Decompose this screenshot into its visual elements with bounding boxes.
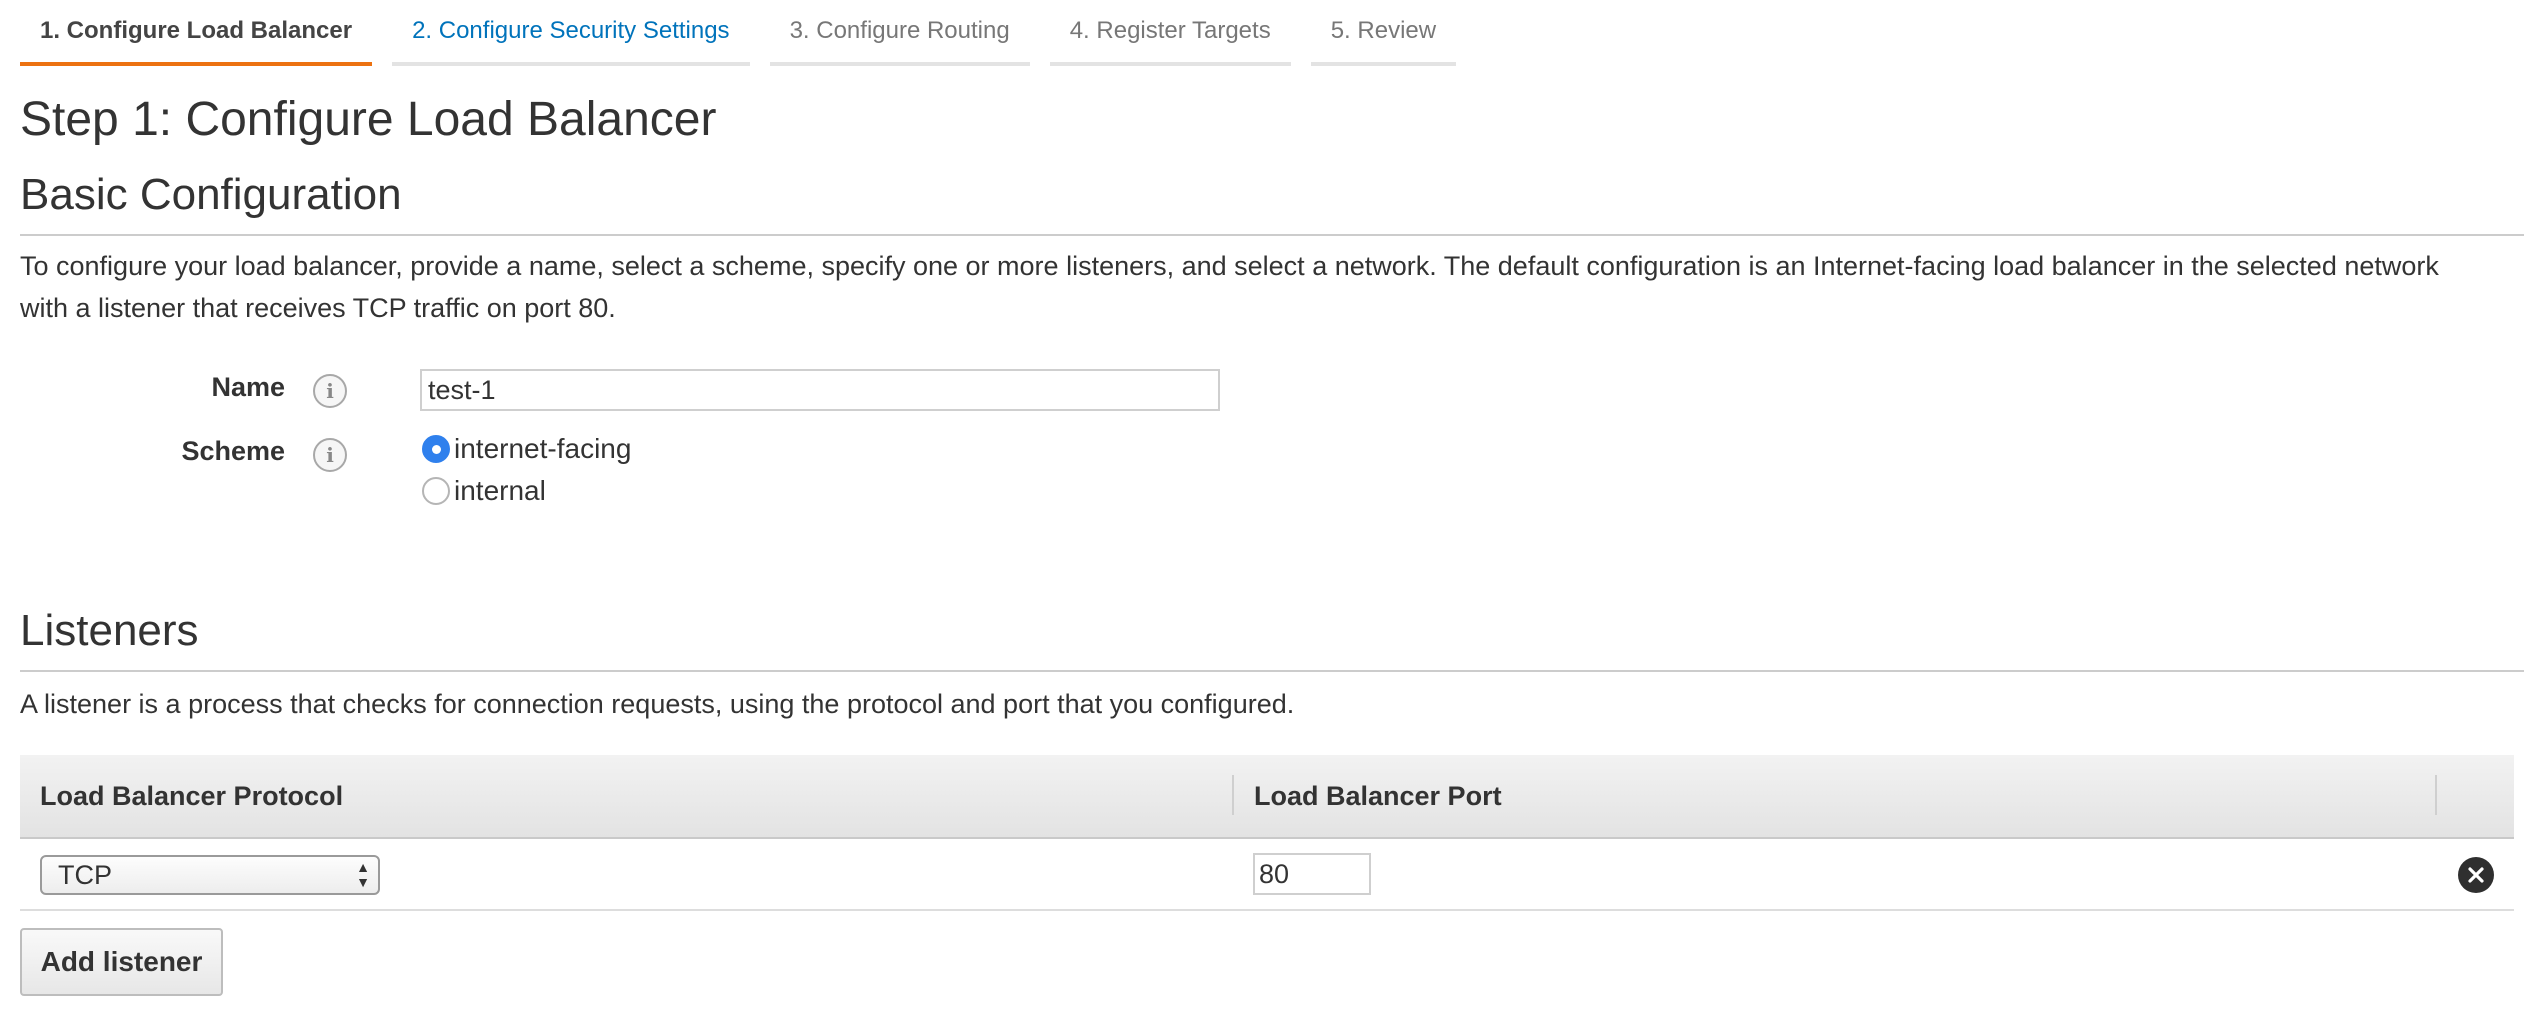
protocol-select-value: TCP (58, 859, 112, 890)
name-input[interactable] (420, 369, 1220, 411)
updown-arrows-icon: ▲ ▼ (356, 859, 370, 890)
tab-configure-load-balancer[interactable]: 1. Configure Load Balancer (20, 0, 373, 66)
table-row: TCP ▲ ▼ (20, 839, 2514, 911)
port-input[interactable] (1253, 853, 1371, 895)
page: 1. Configure Load Balancer 2. Configure … (0, 0, 2524, 1024)
wizard-tabs: 1. Configure Load Balancer 2. Configure … (20, 0, 1457, 70)
radio-label-internet-facing: internet-facing (454, 433, 632, 464)
tab-register-targets[interactable]: 4. Register Targets (1049, 0, 1291, 66)
basic-configuration-heading: Basic Configuration (20, 170, 2524, 236)
radio-internal[interactable] (422, 477, 450, 505)
listeners-heading: Listeners (20, 606, 2524, 672)
listeners-description: A listener is a process that checks for … (20, 689, 1295, 719)
column-divider (2435, 775, 2437, 815)
add-listener-button[interactable]: Add listener (20, 928, 223, 996)
scheme-info-icon[interactable]: i (313, 438, 347, 472)
column-header-port: Load Balancer Port (1254, 780, 1502, 811)
tab-configure-routing[interactable]: 3. Configure Routing (769, 0, 1030, 66)
column-header-protocol: Load Balancer Protocol (40, 780, 344, 811)
protocol-select[interactable]: TCP ▲ ▼ (40, 855, 380, 895)
page-title: Step 1: Configure Load Balancer (20, 93, 717, 146)
scheme-option-internet-facing[interactable]: internet-facing (422, 433, 631, 465)
scheme-label: Scheme (181, 436, 285, 466)
listeners-table: Load Balancer Protocol Load Balancer Por… (20, 755, 2514, 911)
tab-review[interactable]: 5. Review (1310, 0, 1457, 66)
scheme-option-internal[interactable]: internal (422, 475, 546, 507)
tab-configure-security-settings[interactable]: 2. Configure Security Settings (392, 0, 750, 66)
listeners-table-header: Load Balancer Protocol Load Balancer Por… (20, 755, 2514, 839)
radio-label-internal: internal (454, 475, 546, 506)
remove-listener-icon[interactable] (2458, 857, 2494, 893)
column-divider (1232, 775, 1234, 815)
radio-internet-facing[interactable] (422, 435, 450, 463)
name-info-icon[interactable]: i (313, 374, 347, 408)
name-label: Name (211, 372, 285, 402)
basic-configuration-description: To configure your load balancer, provide… (20, 251, 2439, 323)
